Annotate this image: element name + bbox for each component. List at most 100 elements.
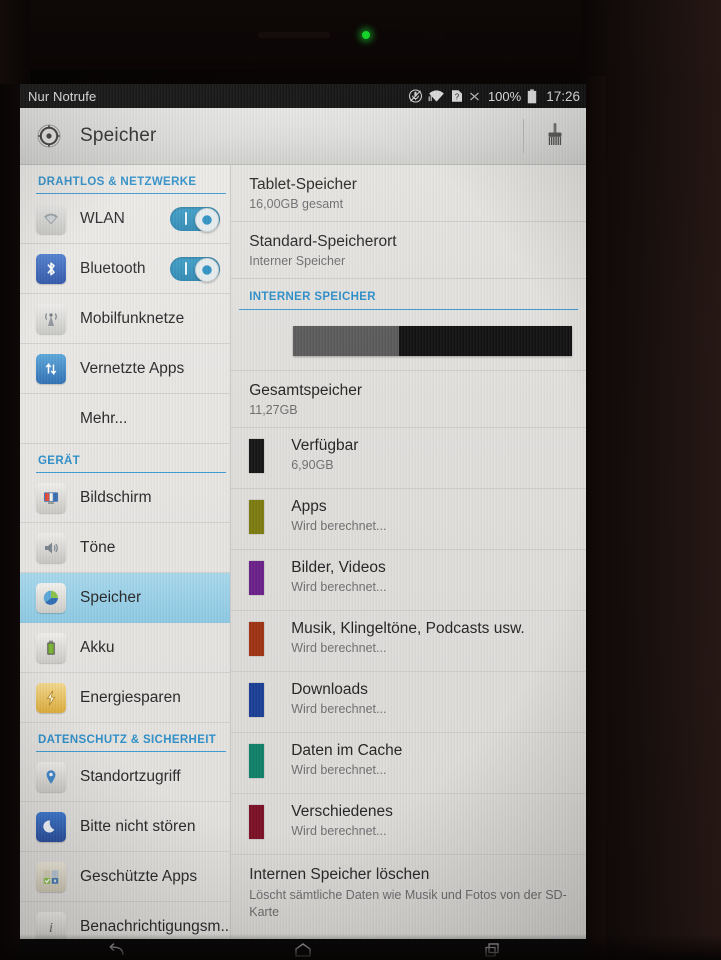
sidebar-item-standortzugriff[interactable]: Standortzugriff	[20, 752, 231, 802]
sidebar-item-bluetooth[interactable]: Bluetooth	[20, 244, 231, 294]
sidebar-item-akku[interactable]: Akku	[20, 623, 231, 673]
carrier-label: Nur Notrufe	[28, 88, 97, 104]
storage-usage-bar	[293, 326, 572, 356]
bluetooth-toggle[interactable]	[170, 256, 221, 282]
sidebar-item-wlan[interactable]: WLAN	[20, 194, 231, 244]
data-transfer-icon	[36, 353, 66, 384]
category-label: Musik, Klingeltöne, Podcasts usw.	[291, 620, 525, 637]
default-location-block[interactable]: Standard-Speicherort Interner Speicher	[231, 222, 586, 279]
wifi-icon	[36, 203, 66, 234]
location-pin-icon	[36, 761, 66, 792]
sidebar-item-label: Akku	[80, 638, 115, 656]
sidebar-item-label: Benachrichtigungsm...	[80, 917, 231, 935]
sidebar-item-bildschirm[interactable]: Bildschirm	[20, 473, 231, 523]
total-storage-title: Gesamtspeicher	[249, 382, 363, 399]
total-storage-block: Gesamtspeicher 11,27GB	[231, 371, 586, 428]
erase-internal-storage-row[interactable]: Internen Speicher löschen Löscht sämtlic…	[231, 855, 586, 933]
sidebar-item-label: Bluetooth	[80, 259, 146, 277]
sidebar-item-label: Bitte nicht stören	[80, 817, 196, 835]
sidebar-item-label: Bildschirm	[80, 488, 152, 506]
sidebar-item-vernetzte-apps[interactable]: Vernetzte Apps	[20, 344, 231, 394]
proximity-sensor	[386, 29, 400, 41]
sidebar-item-label: Speicher	[80, 588, 142, 606]
category-text: Daten im Cache Wird berechnet...	[291, 742, 402, 777]
earpiece-speaker	[258, 32, 330, 38]
speaker-icon	[36, 532, 66, 563]
battery-percent: 100%	[487, 88, 522, 104]
category-label: Daten im Cache	[291, 742, 403, 759]
device-photo: Nur Notrufe ? 100% 17:26 Speicher DRAHTL…	[0, 0, 721, 960]
display-icon	[36, 482, 66, 513]
category-label: Verschiedenes	[291, 803, 393, 820]
category-text: Bilder, Videos Wird berechnet...	[291, 559, 386, 594]
sidebar-item-mobilfunknetze[interactable]: Mobilfunknetze	[20, 294, 231, 344]
storage-category-row[interactable]: Downloads Wird berechnet...	[231, 672, 586, 733]
sidebar-item-geschuetzte-apps[interactable]: Geschützte Apps	[20, 852, 231, 902]
tablet-storage-block[interactable]: Tablet-Speicher 16,00GB gesamt	[231, 165, 586, 222]
sidebar-item-label: Energiesparen	[80, 688, 181, 706]
sidebar-section-header-wireless: DRAHTLOS & NETZWERKE	[38, 176, 197, 188]
status-icons: ? 100% 17:26	[408, 88, 580, 104]
category-color-swatch	[249, 805, 265, 839]
sidebar-item-label: Mobilfunknetze	[80, 309, 185, 327]
brush-icon[interactable]	[542, 121, 568, 151]
sidebar-item-toene[interactable]: Töne	[20, 523, 231, 573]
category-color-swatch	[249, 622, 265, 656]
wifi-icon	[428, 89, 445, 103]
total-storage-subtitle: 11,27GB	[249, 403, 298, 417]
category-value: Wird berechnet...	[291, 580, 387, 594]
category-value: Wird berechnet...	[291, 702, 387, 716]
category-color-swatch	[249, 500, 265, 534]
no-sim-x-icon	[469, 91, 480, 102]
notification-led	[362, 31, 370, 39]
category-label: Verfügbar	[291, 437, 359, 454]
toggle-knob	[195, 207, 220, 232]
sim-card-icon: ?	[451, 89, 463, 103]
sidebar-section-header-privacy: DATENSCHUTZ & SICHERHEIT	[38, 734, 217, 746]
front-camera	[424, 31, 446, 40]
vibrate-icon	[408, 89, 422, 103]
sidebar-item-label: Töne	[80, 538, 116, 556]
sidebar-item-energiesparen[interactable]: Energiesparen	[20, 673, 231, 723]
sidebar-item-bitte-nicht-stoeren[interactable]: Bitte nicht stören	[20, 802, 231, 852]
category-label: Downloads	[291, 681, 368, 698]
category-value: 6,90GB	[291, 458, 334, 472]
storage-category-row[interactable]: Verfügbar 6,90GB	[231, 428, 586, 489]
status-bar: Nur Notrufe ? 100% 17:26	[20, 84, 586, 108]
sidebar-item-label: Mehr...	[80, 409, 128, 427]
internal-storage-section-header: INTERNER SPEICHER	[249, 291, 376, 303]
sidebar-item-label: WLAN	[80, 209, 125, 227]
bluetooth-icon	[36, 253, 66, 284]
toggle-bar	[185, 261, 188, 275]
category-label: Bilder, Videos	[291, 559, 386, 576]
storage-category-row[interactable]: Bilder, Videos Wird berechnet...	[231, 550, 586, 611]
battery-icon	[527, 88, 537, 104]
category-color-swatch	[249, 744, 265, 778]
toggle-knob	[195, 257, 220, 282]
erase-title: Internen Speicher löschen	[249, 866, 430, 883]
protected-apps-icon	[36, 861, 66, 892]
sidebar-item-mehr[interactable]: Mehr...	[20, 394, 231, 444]
storage-category-row[interactable]: Daten im Cache Wird berechnet...	[231, 733, 586, 794]
sidebar-item-speicher[interactable]: Speicher	[20, 573, 231, 623]
category-value: Wird berechnet...	[291, 641, 387, 655]
settings-body: DRAHTLOS & NETZWERKE WLAN Bluetooth Mobi…	[20, 165, 586, 939]
storage-category-row[interactable]: Apps Wird berechnet...	[231, 489, 586, 550]
category-color-swatch	[249, 439, 265, 473]
cell-tower-icon	[36, 303, 66, 334]
moon-icon	[36, 811, 66, 842]
storage-content-pane[interactable]: Tablet-Speicher 16,00GB gesamt Standard-…	[230, 165, 586, 939]
category-color-swatch	[249, 561, 265, 595]
wlan-toggle[interactable]	[170, 206, 221, 232]
settings-sidebar[interactable]: DRAHTLOS & NETZWERKE WLAN Bluetooth Mobi…	[20, 165, 231, 939]
default-location-title: Standard-Speicherort	[249, 233, 397, 250]
bezel-right	[586, 76, 606, 960]
storage-category-row[interactable]: Musik, Klingeltöne, Podcasts usw. Wird b…	[231, 611, 586, 672]
category-text: Musik, Klingeltöne, Podcasts usw. Wird b…	[291, 620, 524, 655]
category-text: Apps Wird berechnet...	[291, 498, 386, 533]
gear-icon[interactable]	[34, 121, 64, 151]
storage-category-row[interactable]: Verschiedenes Wird berechnet...	[231, 794, 586, 855]
category-text: Verschiedenes Wird berechnet...	[291, 803, 393, 838]
category-label: Apps	[291, 498, 327, 515]
storage-pie-icon	[36, 582, 66, 613]
